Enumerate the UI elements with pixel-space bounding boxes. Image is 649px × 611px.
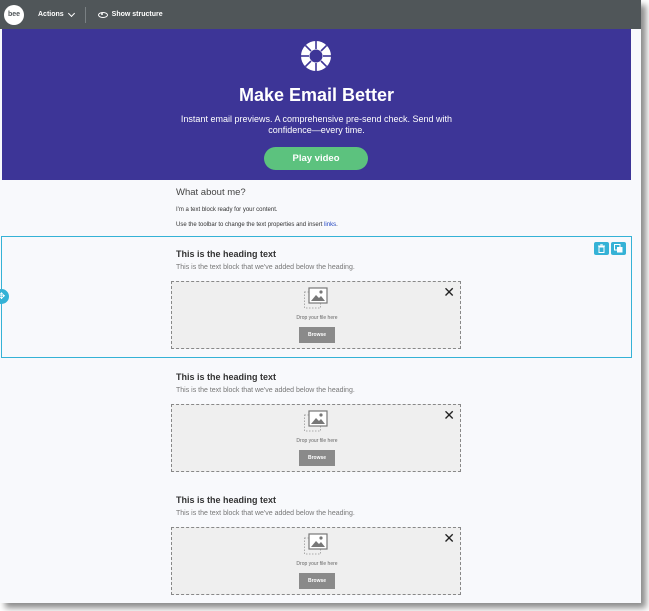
section-heading: This is the heading text <box>176 249 277 259</box>
intro-line-2-end: . <box>336 222 338 228</box>
image-dropzone[interactable]: ✕ Drop your file here Browse <box>171 404 461 472</box>
logo-text: bee <box>7 11 21 18</box>
section-heading: This is the heading text <box>176 495 277 505</box>
image-placeholder-icon <box>304 533 328 555</box>
intro-line-2: Use the toolbar to change the text prope… <box>176 222 476 228</box>
drop-file-text: Drop your file here <box>296 315 338 321</box>
hero-row[interactable]: Make Email Better Instant email previews… <box>2 29 631 180</box>
play-video-button[interactable]: Play video <box>264 147 368 170</box>
bee-logo[interactable]: bee <box>4 4 24 25</box>
browse-button[interactable]: Browse <box>299 327 335 343</box>
row-actions <box>594 242 626 255</box>
delete-row-button[interactable] <box>594 242 609 255</box>
move-icon[interactable]: ✥ <box>0 289 9 304</box>
section-heading: This is the heading text <box>176 372 277 382</box>
image-placeholder-icon <box>304 410 328 432</box>
hero-title: Make Email Better <box>238 85 395 105</box>
browse-button[interactable]: Browse <box>299 573 335 589</box>
section-text: This is the text block that we've added … <box>176 510 355 517</box>
intro-line-2-text: Use the toolbar to change the text prope… <box>176 222 325 228</box>
section-text: This is the text block that we've added … <box>176 387 355 394</box>
hero-subtitle: Instant email previews. A comprehensive … <box>180 114 453 135</box>
close-icon[interactable]: ✕ <box>443 408 455 422</box>
top-toolbar: bee Actions Show structure <box>0 0 641 29</box>
image-dropzone[interactable]: ✕ Drop your file here Browse <box>171 527 461 595</box>
content-section[interactable]: This is the heading text This is the tex… <box>176 249 466 271</box>
drop-file-text: Drop your file here <box>296 438 338 444</box>
links-link[interactable]: links <box>324 222 336 228</box>
content-section[interactable]: This is the heading text This is the tex… <box>176 372 466 394</box>
show-structure-toggle[interactable]: Show structure <box>97 11 163 18</box>
image-dropzone[interactable]: ✕ Drop your file here Browse <box>171 281 461 349</box>
section-text: This is the text block that we've added … <box>176 264 355 271</box>
actions-label: Actions <box>38 11 64 18</box>
close-icon[interactable]: ✕ <box>443 531 455 545</box>
image-placeholder-icon <box>304 287 328 309</box>
intro-line-1: I'm a text block ready for your content. <box>176 207 278 213</box>
duplicate-icon <box>614 244 623 253</box>
drop-file-text: Drop your file here <box>296 561 338 567</box>
trash-icon <box>598 244 605 253</box>
content-section[interactable]: This is the heading text This is the tex… <box>176 495 466 517</box>
wheel-logo-icon <box>301 41 331 71</box>
browse-button[interactable]: Browse <box>299 450 335 466</box>
intro-text-block[interactable]: What about me? I'm a text block ready fo… <box>176 187 476 228</box>
show-structure-label: Show structure <box>111 11 163 18</box>
close-icon[interactable]: ✕ <box>443 285 455 299</box>
toolbar-divider <box>84 6 86 23</box>
chevron-down-icon <box>67 9 75 17</box>
editor-window: bee Actions Show structure Make Email Be… <box>0 0 641 603</box>
actions-menu[interactable]: Actions <box>38 9 75 18</box>
eye-icon <box>97 11 108 18</box>
intro-heading: What about me? <box>176 187 246 198</box>
duplicate-row-button[interactable] <box>611 242 626 255</box>
